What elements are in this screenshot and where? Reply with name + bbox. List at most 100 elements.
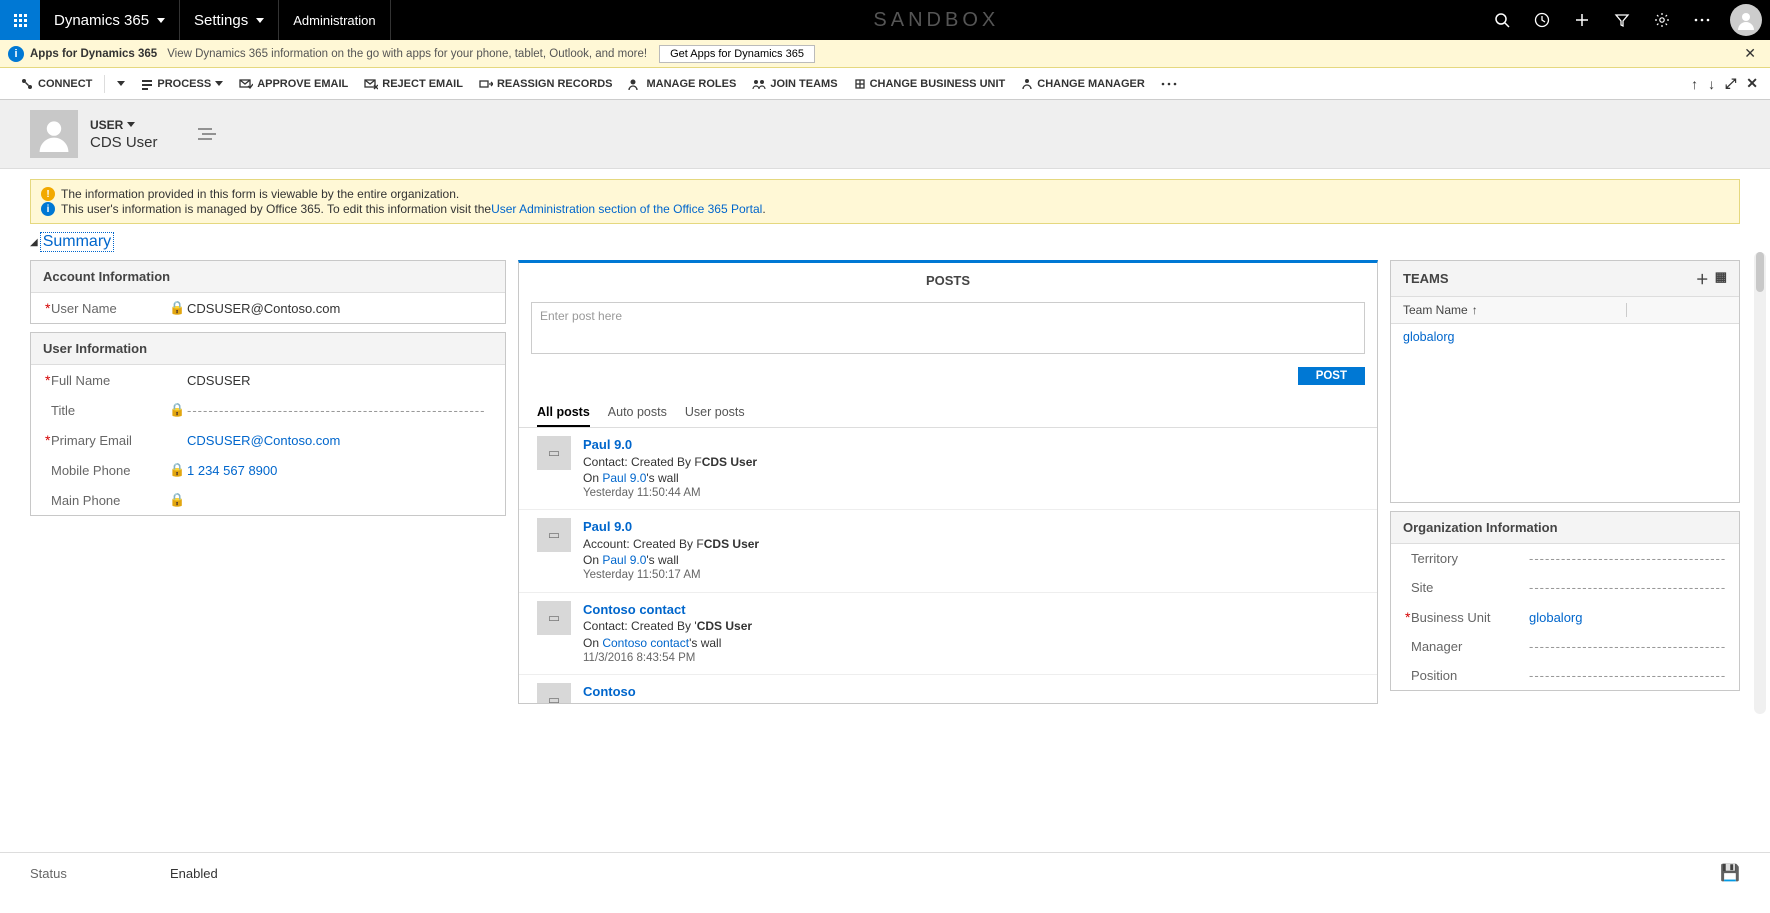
user-info-card: User Information * Full Name CDSUSER Tit… [30, 332, 506, 516]
bu-value[interactable]: globalorg [1529, 610, 1725, 625]
cmd-manager-label: CHANGE MANAGER [1037, 78, 1145, 90]
app-launcher-button[interactable] [0, 0, 40, 40]
cmd-reject-email[interactable]: REJECT EMAIL [356, 68, 471, 99]
cmd-connect-dropdown[interactable] [109, 68, 133, 99]
chevron-down-icon [157, 18, 165, 23]
settings-button[interactable] [1642, 12, 1682, 28]
site-value[interactable]: ----------------------------------------… [1529, 580, 1725, 595]
environment-banner: SANDBOX [391, 0, 1482, 40]
record-image[interactable] [30, 110, 78, 158]
position-value[interactable]: ----------------------------------------… [1529, 668, 1725, 683]
user-info-header: User Information [31, 333, 505, 365]
cmd-reassign[interactable]: REASSIGN RECORDS [471, 68, 621, 99]
person-icon [36, 116, 72, 152]
entity-type-label: USER [90, 118, 123, 132]
info-icon: i [8, 46, 24, 62]
nav-subarea[interactable]: Administration [279, 0, 390, 40]
record-header: USER CDS User [0, 100, 1770, 169]
cmd-change-manager[interactable]: CHANGE MANAGER [1013, 68, 1153, 99]
manager-label: Manager [1411, 639, 1529, 654]
post-item[interactable]: ▭ Paul 9.0 Contact: Created By FCDS User… [519, 428, 1377, 510]
save-button[interactable]: 💾 [1720, 863, 1740, 883]
cmd-process[interactable]: PROCESS [133, 68, 231, 99]
entity-type[interactable]: USER [90, 118, 158, 132]
approve-email-icon [239, 78, 253, 90]
post-button[interactable]: POST [1298, 367, 1365, 385]
recent-button[interactable] [1522, 12, 1562, 28]
cmd-overflow[interactable] [1153, 68, 1189, 99]
post-subject[interactable]: Paul 9.0 [583, 518, 759, 536]
team-row[interactable]: globalorg [1391, 324, 1739, 350]
popout-button[interactable]: ⤢ [1725, 75, 1736, 92]
lock-icon: 🔒 [169, 402, 187, 418]
territory-value[interactable]: ----------------------------------------… [1529, 551, 1725, 566]
promo-close-button[interactable]: ✕ [1738, 45, 1762, 62]
post-input[interactable] [531, 302, 1365, 354]
more-button[interactable] [1682, 18, 1722, 22]
username-value[interactable]: CDSUSER@Contoso.com [187, 301, 491, 316]
chevron-down-icon [256, 18, 264, 23]
mobile-value[interactable]: 1 234 567 8900 [187, 463, 491, 478]
cmd-change-bu[interactable]: CHANGE BUSINESS UNIT [846, 68, 1014, 99]
nav-up-button[interactable]: ↑ [1691, 76, 1698, 92]
account-info-header: Account Information [31, 261, 505, 293]
nav-area[interactable]: Settings [180, 0, 279, 40]
cmd-connect[interactable]: CONNECT [12, 68, 100, 99]
post-subject[interactable]: Paul 9.0 [583, 436, 757, 454]
teams-add-button[interactable]: ＋ [1696, 269, 1709, 288]
org-info-card: Organization Information Territory------… [1390, 511, 1740, 691]
tab-all-posts[interactable]: All posts [537, 399, 590, 427]
tab-user-posts[interactable]: User posts [685, 399, 745, 427]
nav-area-label: Settings [194, 12, 248, 29]
nav-subarea-label: Administration [293, 13, 375, 28]
post-item[interactable]: ▭ Contoso contact Contact: Created By 'C… [519, 593, 1377, 675]
form-body: Account Information * User Name 🔒 CDSUSE… [0, 252, 1770, 714]
notice-info-link[interactable]: User Administration section of the Offic… [491, 202, 762, 216]
post-icon: ▭ [537, 518, 571, 552]
user-avatar[interactable] [1730, 4, 1762, 36]
cmd-approve-email[interactable]: APPROVE EMAIL [231, 68, 356, 99]
cmd-join-teams[interactable]: JOIN TEAMS [744, 68, 845, 99]
waffle-icon [14, 14, 27, 27]
collapse-icon[interactable]: ◢ [30, 237, 38, 248]
post-item[interactable]: ▭ Paul 9.0 Account: Created By FCDS User… [519, 510, 1377, 592]
fullname-value[interactable]: CDSUSER [187, 373, 491, 388]
get-apps-button[interactable]: Get Apps for Dynamics 365 [659, 45, 815, 63]
search-button[interactable] [1482, 12, 1522, 28]
account-info-card: Account Information * User Name 🔒 CDSUSE… [30, 260, 506, 324]
title-label: Title [51, 403, 169, 418]
teams-grid-button[interactable]: ▦ [1715, 269, 1727, 288]
form-footer: Status Enabled 💾 [0, 852, 1770, 893]
teams-header-label: TEAMS [1403, 271, 1449, 286]
post-wall-link[interactable]: Paul 9.0 [602, 553, 646, 567]
post-line1: Account: Created By FCDS User [583, 536, 759, 552]
summary-tab[interactable]: Summary [40, 232, 114, 252]
close-record-button[interactable]: ✕ [1746, 75, 1758, 92]
info-icon: i [41, 202, 55, 216]
primary-email-value[interactable]: CDSUSER@Contoso.com [187, 433, 491, 448]
search-icon [1494, 12, 1510, 28]
related-hierarchy-button[interactable] [198, 127, 216, 141]
title-value[interactable]: ----------------------------------------… [187, 403, 491, 418]
tab-auto-posts[interactable]: Auto posts [608, 399, 667, 427]
scrollbar[interactable] [1754, 252, 1766, 714]
new-button[interactable] [1562, 12, 1602, 28]
post-time: Yesterday 11:50:44 AM [583, 486, 757, 502]
promo-bar: i Apps for Dynamics 365 View Dynamics 36… [0, 40, 1770, 68]
post-item[interactable]: ▭ Contoso Contact: Created ByCDS User [519, 675, 1377, 703]
filter-button[interactable] [1602, 12, 1642, 28]
bu-icon [854, 78, 866, 90]
cmd-bu-label: CHANGE BUSINESS UNIT [870, 78, 1006, 90]
teams-col-teamname[interactable]: Team Name↑ [1403, 303, 1626, 317]
nav-product[interactable]: Dynamics 365 [40, 0, 180, 40]
post-subject[interactable]: Contoso contact [583, 601, 752, 619]
cmd-manage-roles[interactable]: MANAGE ROLES [620, 68, 744, 99]
manager-value[interactable]: ----------------------------------------… [1529, 639, 1725, 654]
post-subject[interactable]: Contoso [583, 683, 746, 701]
nav-down-button[interactable]: ↓ [1708, 76, 1715, 92]
post-wall-link[interactable]: Contoso contact [602, 636, 689, 650]
position-label: Position [1411, 668, 1529, 683]
post-wall-link[interactable]: Paul 9.0 [602, 471, 646, 485]
posts-list[interactable]: ▭ Paul 9.0 Contact: Created By FCDS User… [519, 428, 1377, 703]
post-line2: On Paul 9.0's wall [583, 552, 759, 568]
